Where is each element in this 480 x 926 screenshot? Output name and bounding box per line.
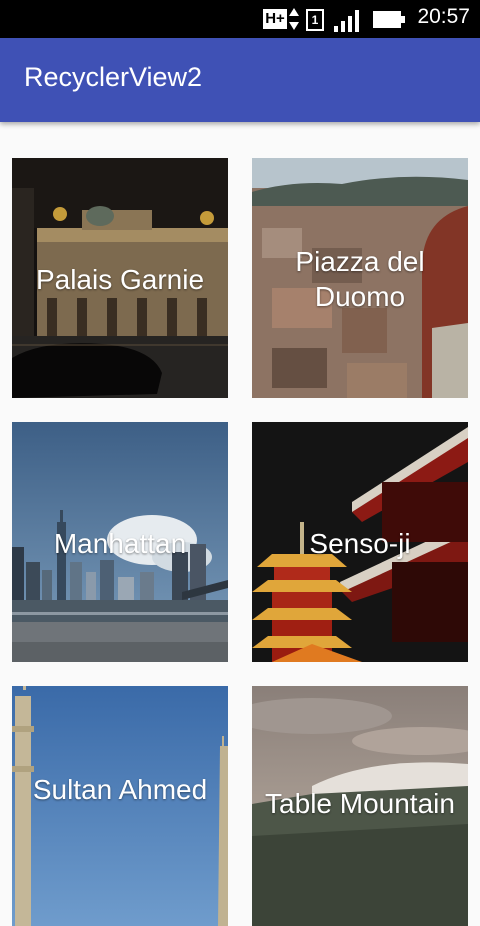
network-type-icon: H+: [263, 9, 287, 29]
sim-card-icon: 1: [306, 9, 324, 31]
app-bar: RecyclerView2: [0, 38, 480, 122]
item-title: Piazza del Duomo: [295, 246, 425, 312]
app-title: RecyclerView2: [24, 62, 203, 92]
item-title: Manhattan: [53, 528, 187, 559]
battery-icon: [373, 11, 405, 28]
item-title: Sultan Ahmed: [32, 774, 208, 805]
grid-item-senso-ji[interactable]: Senso-ji: [252, 422, 468, 662]
signal-strength-icon: [334, 10, 359, 32]
grid-item-piazza-del-duomo[interactable]: Piazza del Duomo: [252, 158, 468, 398]
grid-item-sultan-ahmed[interactable]: Sultan Ahmed: [12, 686, 228, 926]
grid-item-palais-garnie[interactable]: Palais Garnie: [12, 158, 228, 398]
status-bar: H+ 1 20:57: [0, 0, 480, 38]
data-arrows-icon: [289, 8, 299, 30]
clock: 20:57: [417, 5, 470, 28]
grid-item-table-mountain[interactable]: Table Mountain: [252, 686, 468, 926]
item-title: Senso-ji: [309, 528, 411, 559]
item-title: Table Mountain: [265, 788, 455, 819]
grid-item-manhattan[interactable]: Manhattan: [12, 422, 228, 662]
item-title: Palais Garnie: [35, 264, 205, 295]
